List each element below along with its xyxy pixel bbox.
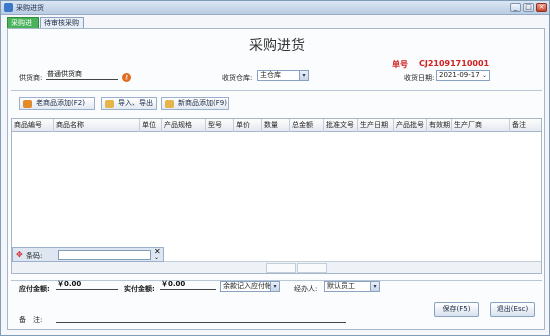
add-icon [23, 100, 32, 108]
chevron-down-icon[interactable]: ▾ [370, 282, 379, 291]
move-icon[interactable]: ✥ [16, 251, 23, 259]
col-price[interactable]: 单价 [234, 119, 262, 132]
title-bar: 采购进货 _ □ × [1, 1, 549, 15]
import-icon [105, 100, 114, 108]
tab-pending-review[interactable]: 待审核采购单 [40, 17, 84, 37]
supplier-field[interactable]: 普通供货商 [46, 70, 118, 80]
new-product-icon [165, 100, 174, 108]
app-icon [4, 3, 13, 12]
page-title: 采购进货 [249, 38, 305, 54]
footer-cell [266, 263, 296, 273]
window-title: 采购进货 [16, 4, 44, 12]
chevron-down-icon[interactable]: ⌄ [154, 255, 159, 261]
import-export-button[interactable]: 导入、导出 [101, 97, 157, 110]
paid-field[interactable]: ￥0.00 [160, 280, 216, 290]
divider [11, 90, 542, 91]
barcode-input[interactable] [58, 250, 151, 260]
warehouse-label: 收货仓库: [222, 74, 253, 82]
main-panel: 采购进货 单号 CJ21091710001 供货商: 普通供货商 ⚷ 收货仓库:… [7, 28, 545, 330]
warehouse-value: 主仓库 [260, 71, 281, 79]
maximize-button[interactable]: □ [523, 3, 534, 12]
col-product-name[interactable]: 商品名称 [54, 119, 140, 132]
barcode-label: 条码: [26, 252, 43, 260]
paid-label: 实付金额: [124, 285, 155, 293]
chevron-down-icon[interactable]: ⌄ [480, 71, 489, 80]
balance-mode-select[interactable]: 余款记入应付帐 ▾ [220, 281, 280, 292]
balance-mode-value: 余款记入应付帐 [223, 282, 272, 290]
chevron-down-icon[interactable]: ▾ [270, 282, 279, 291]
col-product-code[interactable]: 商品编号 [12, 119, 54, 132]
handler-value: 默认员工 [327, 282, 355, 290]
col-spec[interactable]: 产品规格 [162, 119, 206, 132]
col-remark[interactable]: 备注 [510, 119, 541, 132]
handler-select[interactable]: 默认员工 ▾ [324, 281, 380, 292]
save-button[interactable]: 保存(F5) [434, 302, 479, 317]
close-button[interactable]: × [536, 3, 547, 12]
date-value: 2021-09-17 [439, 71, 480, 79]
barcode-bar: ✥ 条码: ✕ ⌄ [12, 247, 164, 262]
add-new-product-label: 新商品添加(F9) [178, 99, 227, 107]
order-number-label: 单号 [392, 60, 408, 69]
handler-label: 经办人: [294, 285, 318, 293]
table-footer [12, 261, 541, 273]
col-batch-no[interactable]: 产品批号 [394, 119, 427, 132]
table-header: 商品编号 商品名称 单位 产品规格 型号 单价 数量 总金额 批准文号 生产日期… [12, 119, 541, 132]
purchase-window: 采购进货 _ □ × 采购进货 待审核采购单 采购进货 单号 CJ2109171… [0, 0, 550, 336]
date-picker[interactable]: 2021-09-17 ⌄ [436, 70, 490, 81]
col-quantity[interactable]: 数量 [262, 119, 290, 132]
import-export-label: 导入、导出 [118, 99, 153, 107]
add-old-product-button[interactable]: 老商品添加(F2) [19, 97, 95, 110]
add-new-product-button[interactable]: 新商品添加(F9) [161, 97, 229, 110]
chevron-down-icon[interactable]: ▾ [299, 71, 308, 80]
minimize-button[interactable]: _ [510, 3, 521, 12]
col-manufacturer[interactable]: 生产厂商 [452, 119, 510, 132]
date-label: 收货日期: [404, 74, 435, 82]
col-approval-no[interactable]: 批准文号 [324, 119, 358, 132]
add-old-product-label: 老商品添加(F2) [36, 99, 85, 107]
remark-label: 备 注: [19, 316, 43, 324]
col-production-date[interactable]: 生产日期 [358, 119, 394, 132]
search-supplier-icon[interactable]: ⚷ [122, 73, 131, 82]
tab-purchase-receive[interactable]: 采购进货 [7, 17, 39, 37]
col-total[interactable]: 总金额 [290, 119, 324, 132]
col-model[interactable]: 型号 [206, 119, 234, 132]
footer-cell [297, 263, 327, 273]
col-unit[interactable]: 单位 [140, 119, 162, 132]
remark-field[interactable] [56, 313, 346, 323]
payable-label: 应付金额: [19, 285, 50, 293]
order-number: CJ21091710001 [419, 59, 490, 68]
exit-button[interactable]: 退出(Esc) [490, 302, 535, 317]
col-expiry[interactable]: 有效期 [427, 119, 452, 132]
warehouse-select[interactable]: 主仓库 ▾ [257, 70, 309, 81]
payable-field[interactable]: ￥0.00 [56, 280, 118, 290]
supplier-label: 供货商: [19, 74, 43, 82]
